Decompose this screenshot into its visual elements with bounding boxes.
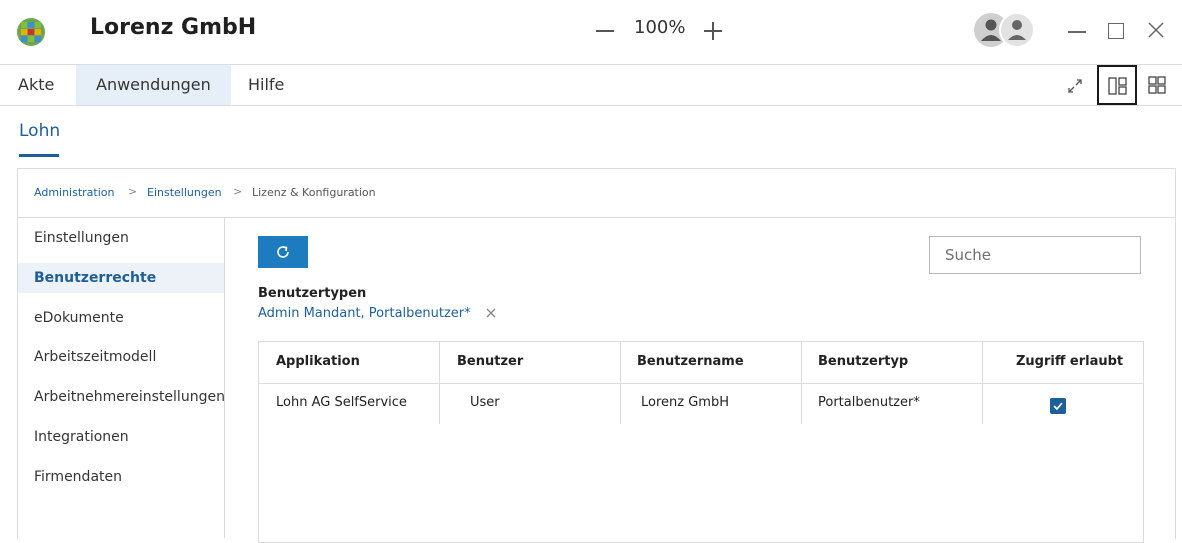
cell-benutzertyp: Portalbenutzer*: [818, 395, 920, 410]
permissions-table: Applikation Benutzer Benutzername Benutz…: [258, 341, 1144, 543]
tab-active-indicator: [19, 154, 59, 157]
sidebar-item-integrationen[interactable]: Integrationen: [18, 422, 224, 452]
content-panel: Administration > Einstellungen > Lizenz …: [17, 168, 1176, 543]
column-header-benutzer[interactable]: Benutzer: [457, 354, 523, 369]
checkmark-icon: [1053, 402, 1063, 411]
zoom-in-button[interactable]: [701, 14, 725, 46]
search-input[interactable]: [929, 236, 1141, 274]
breadcrumb-current: Lizenz & Konfiguration: [252, 186, 376, 199]
close-icon[interactable]: [1143, 14, 1169, 46]
refresh-icon: [277, 246, 289, 258]
split-layout-icon: [1108, 77, 1127, 95]
column-header-benutzername[interactable]: Benutzername: [637, 354, 744, 369]
title-bar: Lorenz GmbH 100%: [0, 0, 1182, 65]
breadcrumb-administration[interactable]: Administration: [34, 186, 115, 199]
grid-layout-icon: [1148, 76, 1166, 94]
app-logo: [17, 18, 45, 46]
minimize-button[interactable]: [1064, 14, 1090, 46]
sidebar-item-einstellungen[interactable]: Einstellungen: [18, 223, 224, 253]
breadcrumb-separator-icon: >: [128, 185, 138, 198]
sidebar: Einstellungen Benutzerrechte eDokumente …: [18, 218, 225, 538]
cell-benutzername: Lorenz GmbH: [641, 395, 729, 410]
users-avatar-icon[interactable]: [973, 12, 1035, 48]
table-row[interactable]: Lohn AG SelfService User Lorenz GmbH Por…: [259, 383, 1143, 423]
filter-title: Benutzertypen: [258, 286, 367, 301]
maximize-button[interactable]: [1103, 14, 1129, 46]
breadcrumb-separator-icon: >: [233, 185, 243, 198]
app-title: Lorenz GmbH: [90, 15, 257, 40]
menu-item-anwendungen[interactable]: Anwendungen: [76, 65, 231, 105]
column-header-zugriff-erlaubt[interactable]: Zugriff erlaubt: [1016, 354, 1123, 369]
tab-lohn[interactable]: Lohn: [19, 121, 60, 141]
expand-icon[interactable]: [1064, 75, 1086, 97]
layout-grid-button[interactable]: [1138, 65, 1178, 105]
zugriff-erlaubt-checkbox[interactable]: [1050, 398, 1066, 414]
cell-applikation: Lohn AG SelfService: [276, 395, 407, 410]
sidebar-item-edokumente[interactable]: eDokumente: [18, 303, 224, 333]
table-header: Applikation Benutzer Benutzername Benutz…: [259, 342, 1143, 384]
breadcrumb-einstellungen[interactable]: Einstellungen: [147, 186, 222, 199]
menu-item-akte[interactable]: Akte: [0, 65, 72, 105]
column-header-benutzertyp[interactable]: Benutzertyp: [818, 354, 908, 369]
sidebar-item-arbeitnehmereinstellungen[interactable]: Arbeitnehmereinstellungen: [18, 382, 225, 412]
refresh-button[interactable]: [258, 236, 308, 268]
clear-filter-icon[interactable]: [481, 303, 501, 323]
breadcrumb: Administration > Einstellungen > Lizenz …: [18, 169, 1175, 218]
sidebar-item-benutzerrechte[interactable]: Benutzerrechte: [18, 263, 224, 293]
layout-split-button[interactable]: [1097, 65, 1137, 105]
sidebar-item-arbeitszeitmodell[interactable]: Arbeitszeitmodell: [18, 342, 224, 372]
zoom-out-button[interactable]: [593, 14, 617, 46]
filter-value[interactable]: Admin Mandant, Portalbenutzer*: [258, 306, 471, 321]
menu-item-hilfe[interactable]: Hilfe: [230, 65, 302, 105]
sidebar-item-firmendaten[interactable]: Firmendaten: [18, 462, 224, 492]
zoom-level: 100%: [634, 17, 686, 38]
cell-benutzer: User: [470, 395, 500, 410]
menu-bar: Akte Anwendungen Hilfe: [0, 65, 1182, 106]
column-header-applikation[interactable]: Applikation: [276, 354, 360, 369]
